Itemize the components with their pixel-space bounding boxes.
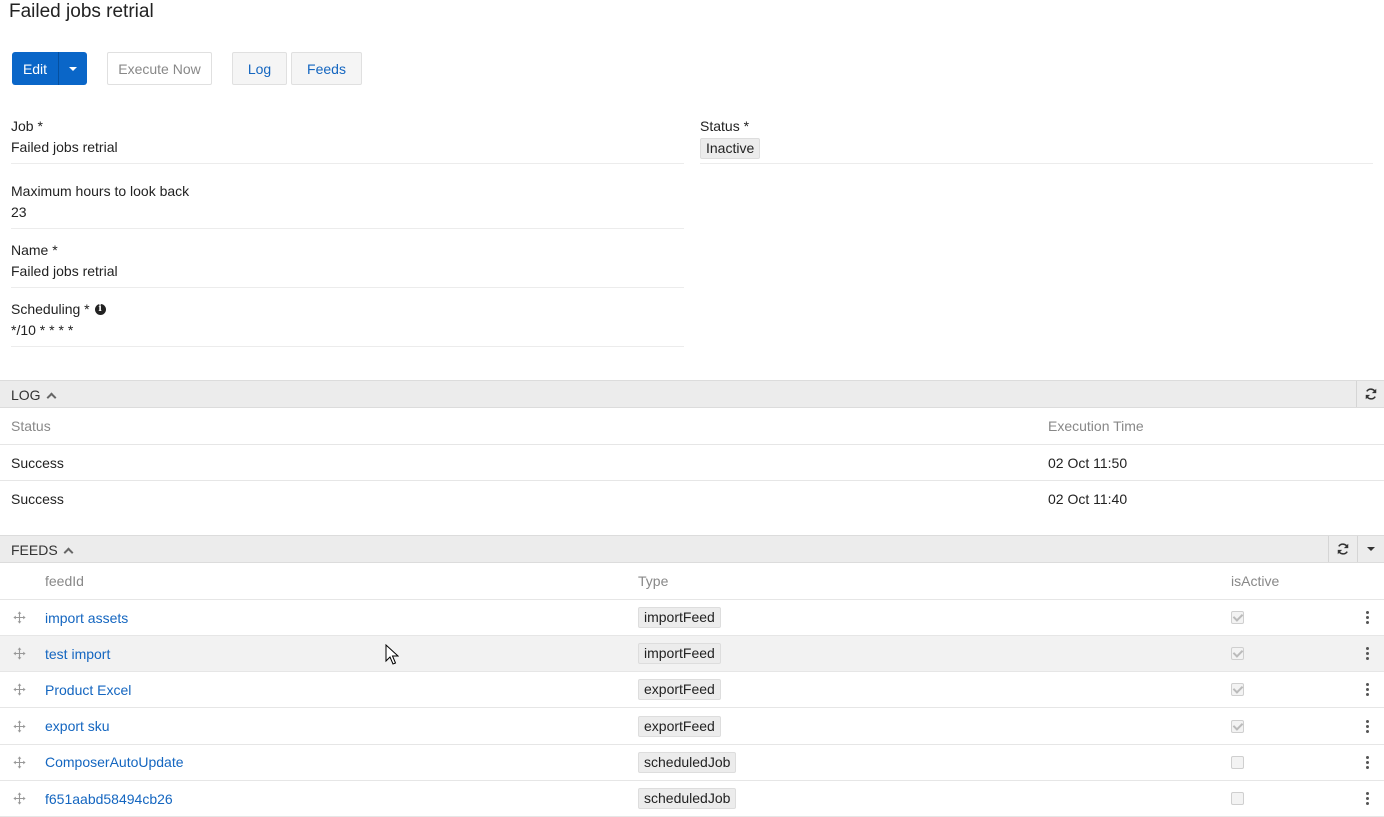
move-icon xyxy=(13,756,26,769)
log-status: Success xyxy=(11,454,64,471)
row-menu-icon[interactable] xyxy=(1366,611,1369,624)
page-title: Failed jobs retrial xyxy=(9,1,154,22)
feed-type-badge: importFeed xyxy=(638,607,721,628)
move-icon xyxy=(13,720,26,733)
name-value: Failed jobs retrial xyxy=(11,263,118,279)
log-button[interactable]: Log xyxy=(232,52,287,85)
feed-type-badge: scheduledJob xyxy=(638,788,737,809)
row-menu-icon[interactable] xyxy=(1366,719,1369,733)
refresh-icon xyxy=(1337,543,1349,555)
drag-handle[interactable] xyxy=(13,709,26,744)
feeds-actions-dropdown[interactable] xyxy=(1357,536,1384,562)
name-label: Name * xyxy=(11,242,58,258)
log-row: Success 02 Oct 11:50 xyxy=(0,445,1384,481)
scheduling-label: Scheduling * xyxy=(11,301,90,317)
feed-row[interactable]: test import importFeed xyxy=(0,636,1384,673)
feed-id-link[interactable]: Product Excel xyxy=(45,682,131,698)
move-icon xyxy=(13,611,26,624)
execute-now-button[interactable]: Execute Now xyxy=(107,52,212,85)
move-icon xyxy=(13,683,26,696)
feed-row[interactable]: import assets importFeed xyxy=(0,600,1384,636)
feed-row[interactable]: export sku exportFeed xyxy=(0,709,1384,745)
log-refresh-button[interactable] xyxy=(1356,381,1384,407)
feed-id-link[interactable]: f651aabd58494cb26 xyxy=(45,791,173,807)
feeds-button[interactable]: Feeds xyxy=(291,52,362,85)
scheduling-field: Scheduling * i */10 * * * * xyxy=(11,301,684,347)
feed-type-badge: scheduledJob xyxy=(638,751,737,773)
is-active-checkbox xyxy=(1231,755,1244,769)
job-value: Failed jobs retrial xyxy=(11,139,118,155)
drag-handle[interactable] xyxy=(13,636,26,671)
log-status: Success xyxy=(11,491,64,507)
caret-down-icon xyxy=(1367,547,1375,551)
job-field: Job * Failed jobs retrial xyxy=(11,118,684,164)
log-time: 02 Oct 11:40 xyxy=(1048,491,1128,507)
feed-id-link[interactable]: export sku xyxy=(45,718,110,734)
drag-handle[interactable] xyxy=(13,781,26,816)
feeds-panel-toggle[interactable]: FEEDS xyxy=(11,542,74,558)
log-row: Success 02 Oct 11:40 xyxy=(0,481,1384,517)
move-icon xyxy=(13,647,26,660)
status-label: Status * xyxy=(700,118,750,134)
feed-type-badge: importFeed xyxy=(638,643,721,665)
status-badge: Inactive xyxy=(700,138,761,159)
feed-id-link[interactable]: import assets xyxy=(45,610,128,626)
log-panel-header: LOG xyxy=(0,380,1384,408)
log-col-status[interactable]: Status xyxy=(11,408,51,444)
row-menu-icon[interactable] xyxy=(1366,647,1369,661)
feeds-table-header: feedId Type isActive xyxy=(0,563,1384,600)
edit-button-group: Edit xyxy=(12,52,87,85)
log-panel-toggle[interactable]: LOG xyxy=(11,387,57,403)
is-active-checkbox xyxy=(1231,611,1244,624)
feed-type-badge: exportFeed xyxy=(638,679,721,701)
info-icon[interactable]: i xyxy=(94,304,106,315)
feeds-refresh-button[interactable] xyxy=(1328,536,1357,562)
drag-handle[interactable] xyxy=(13,600,26,635)
feed-row[interactable]: ComposerAutoUpdate scheduledJob xyxy=(0,745,1384,781)
feeds-col-isactive[interactable]: isActive xyxy=(1231,563,1279,599)
feeds-panel-title: FEEDS xyxy=(11,542,58,558)
job-label: Job * xyxy=(11,118,43,134)
edit-dropdown-toggle[interactable] xyxy=(58,52,87,85)
feed-id-link[interactable]: ComposerAutoUpdate xyxy=(45,754,184,770)
is-active-checkbox xyxy=(1231,683,1244,697)
status-field: Status * Inactive xyxy=(700,118,1373,164)
log-table-header: Status Execution Time xyxy=(0,408,1384,445)
max-hours-label: Maximum hours to look back xyxy=(11,183,190,199)
name-field: Name * Failed jobs retrial xyxy=(11,242,684,288)
scheduling-value: */10 * * * * xyxy=(11,322,74,338)
feeds-panel-header: FEEDS xyxy=(0,535,1384,563)
move-icon xyxy=(13,792,26,805)
drag-handle[interactable] xyxy=(13,672,26,707)
edit-button[interactable]: Edit xyxy=(12,52,58,85)
feeds-col-type[interactable]: Type xyxy=(638,563,668,599)
log-panel-title: LOG xyxy=(11,387,41,403)
max-hours-value: 23 xyxy=(11,204,27,220)
feed-type-badge: exportFeed xyxy=(638,715,721,737)
feed-row[interactable]: Product Excel exportFeed xyxy=(0,672,1384,709)
max-hours-field: Maximum hours to look back 23 xyxy=(11,183,684,229)
log-col-execution-time[interactable]: Execution Time xyxy=(1048,408,1144,444)
caret-down-icon xyxy=(69,66,77,71)
log-time: 02 Oct 11:50 xyxy=(1048,454,1128,471)
row-menu-icon[interactable] xyxy=(1366,755,1369,769)
feed-id-link[interactable]: test import xyxy=(45,646,110,662)
is-active-checkbox xyxy=(1231,647,1244,661)
mouse-cursor-icon xyxy=(385,644,399,665)
is-active-checkbox xyxy=(1231,719,1244,733)
feeds-col-feedid[interactable]: feedId xyxy=(45,563,84,599)
row-menu-icon[interactable] xyxy=(1366,792,1369,805)
row-menu-icon[interactable] xyxy=(1366,683,1369,697)
feed-row[interactable]: f651aabd58494cb26 scheduledJob xyxy=(0,781,1384,817)
chevron-up-icon xyxy=(46,392,57,402)
is-active-checkbox xyxy=(1231,792,1244,805)
drag-handle[interactable] xyxy=(13,745,26,780)
chevron-up-icon xyxy=(63,547,74,557)
refresh-icon xyxy=(1365,388,1376,400)
toolbar: Edit Execute Now Log Feeds xyxy=(12,52,362,85)
